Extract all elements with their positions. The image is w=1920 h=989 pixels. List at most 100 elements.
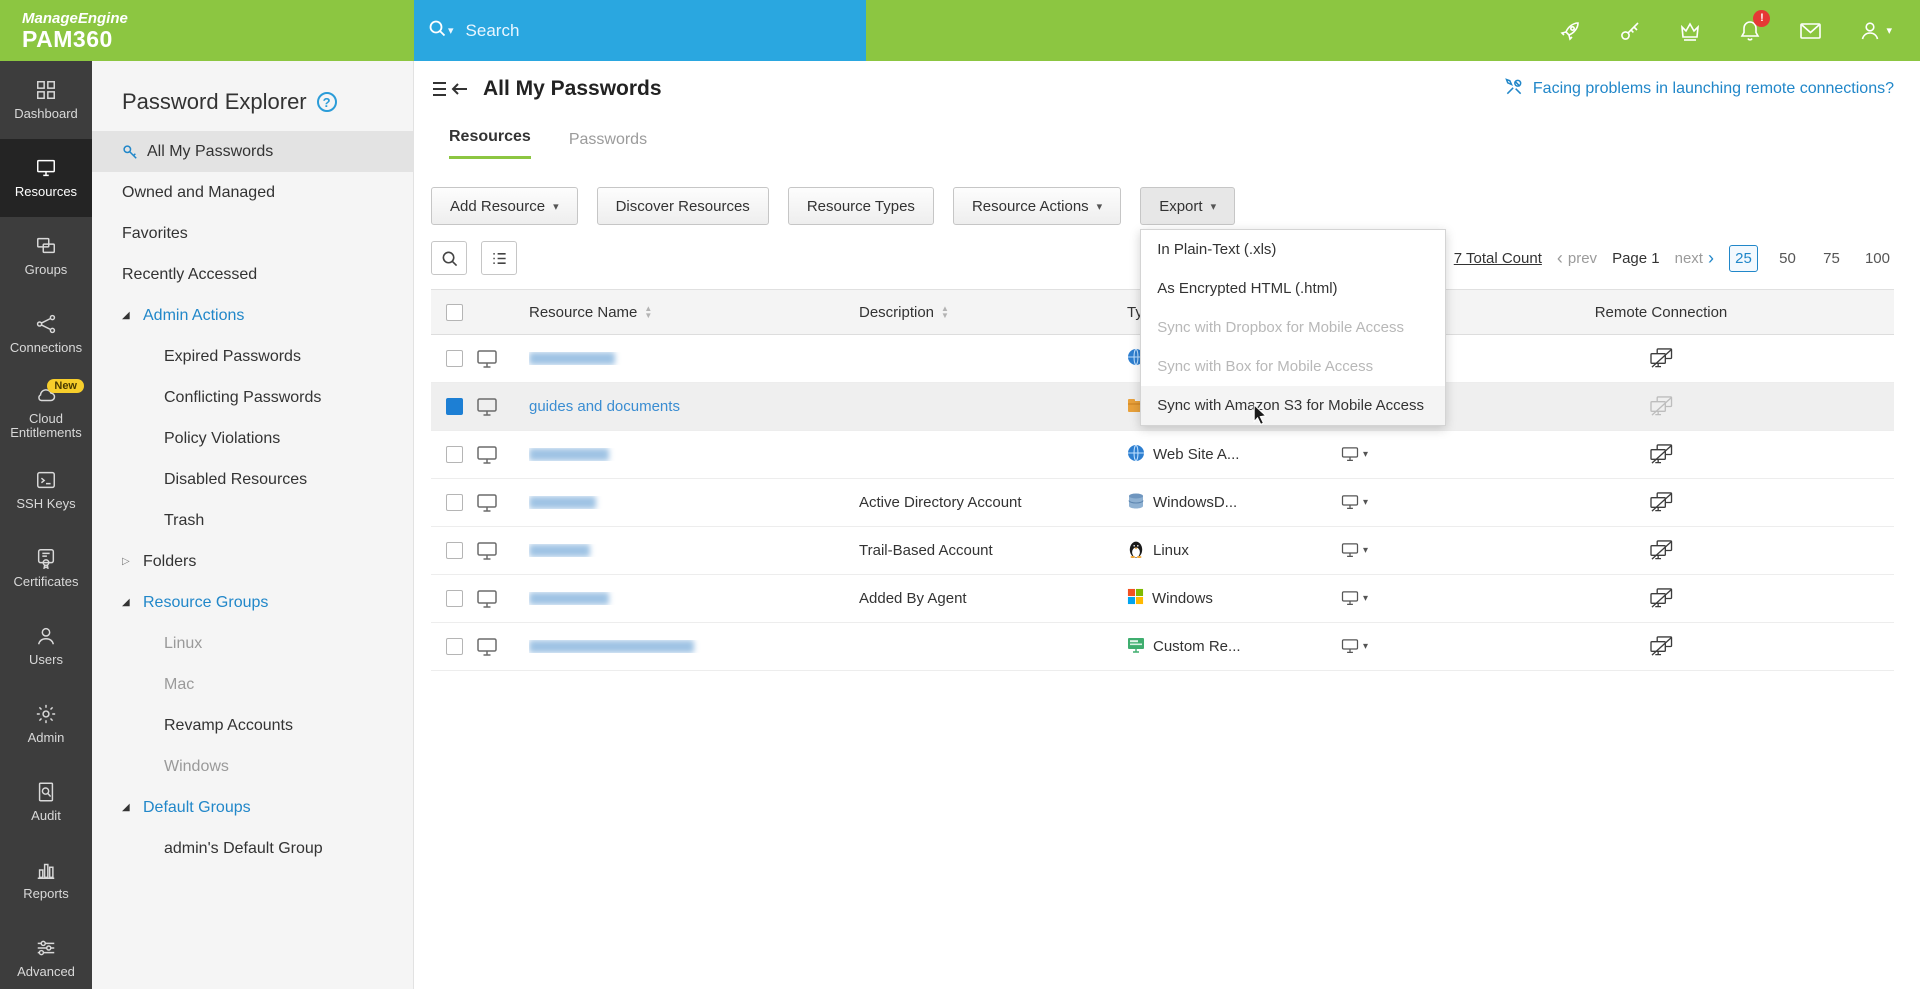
tree-section-admin-actions[interactable]: ◢ Admin Actions xyxy=(92,295,413,336)
tree-item-recently-accessed[interactable]: Recently Accessed xyxy=(92,254,413,295)
tree-item-favorites[interactable]: Favorites xyxy=(92,213,413,254)
tree-item-policy-violations[interactable]: Policy Violations xyxy=(92,418,413,459)
total-count-link[interactable]: 7 Total Count xyxy=(1454,250,1542,267)
add-resource-button[interactable]: Add Resource ▾ xyxy=(431,187,578,225)
column-header-resource-name[interactable]: Resource Name ▲▼ xyxy=(529,304,652,321)
sidebar-item-users[interactable]: Users xyxy=(0,607,92,685)
redacted-resource-name[interactable] xyxy=(529,448,609,461)
tree-item-owned-and-managed[interactable]: Owned and Managed xyxy=(92,172,413,213)
brand-line2: PAM360 xyxy=(22,27,414,51)
table-search-button[interactable] xyxy=(431,241,467,275)
sort-icon[interactable]: ▲▼ xyxy=(941,305,949,319)
menu-item-sync-box: Sync with Box for Mobile Access xyxy=(1141,347,1445,386)
sidebar-item-ssh-keys[interactable]: SSH Keys xyxy=(0,451,92,529)
collapse-sidebar-icon[interactable] xyxy=(431,79,469,99)
row-checkbox-checked[interactable] xyxy=(446,398,463,415)
tree-section-folders[interactable]: ▷ Folders xyxy=(92,541,413,582)
connect-icon[interactable]: ▾ xyxy=(1341,447,1368,462)
sidebar-item-dashboard[interactable]: Dashboard xyxy=(0,61,92,139)
tree-item-admins-default-group[interactable]: admin's Default Group xyxy=(92,828,413,869)
page-size-50[interactable]: 50 xyxy=(1773,245,1802,272)
row-checkbox[interactable] xyxy=(446,638,463,655)
mail-icon[interactable] xyxy=(1798,19,1823,43)
row-checkbox[interactable] xyxy=(446,590,463,607)
monitor-icon xyxy=(477,638,497,656)
sidebar-item-groups[interactable]: Groups xyxy=(0,217,92,295)
tree-item-windows[interactable]: Windows xyxy=(92,746,413,787)
tree-item-expired-passwords[interactable]: Expired Passwords xyxy=(92,336,413,377)
page-size-25[interactable]: 25 xyxy=(1729,245,1758,272)
tab-passwords[interactable]: Passwords xyxy=(569,131,647,159)
sidebar-item-resources[interactable]: Resources xyxy=(0,139,92,217)
row-checkbox[interactable] xyxy=(446,542,463,559)
prev-page-button[interactable]: ‹ prev xyxy=(1557,249,1597,267)
help-icon[interactable]: ? xyxy=(317,92,337,112)
sidebar-item-audit[interactable]: Audit xyxy=(0,763,92,841)
search-scope-selector[interactable]: ▾ xyxy=(428,19,454,42)
notifications-icon[interactable]: ! xyxy=(1738,19,1762,43)
tree-item-all-my-passwords[interactable]: All My Passwords xyxy=(92,131,413,172)
remote-connection-icon[interactable] xyxy=(1650,636,1673,657)
dashboard-icon xyxy=(35,79,57,101)
resource-type: Windows xyxy=(1152,590,1213,607)
tree-item-revamp-accounts[interactable]: Revamp Accounts xyxy=(92,705,413,746)
search-input[interactable] xyxy=(466,21,796,41)
remote-connection-icon[interactable] xyxy=(1650,396,1673,417)
connect-icon[interactable]: ▾ xyxy=(1341,543,1368,558)
sidebar-item-admin[interactable]: Admin xyxy=(0,685,92,763)
column-chooser-button[interactable] xyxy=(481,241,517,275)
tree-item-trash[interactable]: Trash xyxy=(92,500,413,541)
export-button[interactable]: Export ▾ xyxy=(1140,187,1235,225)
resource-name-link[interactable]: guides and documents xyxy=(529,398,680,415)
remote-connection-help-link[interactable]: Facing problems in launching remote conn… xyxy=(1504,77,1894,102)
menu-item-plain-text-xls[interactable]: In Plain-Text (.xls) xyxy=(1141,230,1445,269)
redacted-resource-name[interactable] xyxy=(529,496,596,509)
row-checkbox[interactable] xyxy=(446,446,463,463)
row-checkbox[interactable] xyxy=(446,494,463,511)
sidebar-item-reports[interactable]: Reports xyxy=(0,841,92,919)
custom-resource-icon xyxy=(1127,636,1145,658)
discover-resources-button[interactable]: Discover Resources xyxy=(597,187,769,225)
redacted-resource-name[interactable] xyxy=(529,352,615,365)
sidebar-item-advanced[interactable]: Advanced xyxy=(0,919,92,989)
sidebar-item-connections[interactable]: Connections xyxy=(0,295,92,373)
next-page-button[interactable]: next › xyxy=(1675,249,1714,267)
tree-item-linux[interactable]: Linux xyxy=(92,623,413,664)
sidebar-item-certificates[interactable]: Certificates xyxy=(0,529,92,607)
row-checkbox[interactable] xyxy=(446,350,463,367)
toolbar: Add Resource ▾ Discover Resources Resour… xyxy=(431,187,1894,225)
tree-section-resource-groups[interactable]: ◢ Resource Groups xyxy=(92,582,413,623)
redacted-resource-name[interactable] xyxy=(529,640,694,653)
connect-icon[interactable]: ▾ xyxy=(1341,639,1368,654)
remote-connection-icon[interactable] xyxy=(1650,540,1673,561)
remote-connection-icon[interactable] xyxy=(1650,588,1673,609)
resource-types-button[interactable]: Resource Types xyxy=(788,187,934,225)
select-all-checkbox[interactable] xyxy=(446,304,463,321)
redacted-resource-name[interactable] xyxy=(529,544,590,557)
menu-item-encrypted-html[interactable]: As Encrypted HTML (.html) xyxy=(1141,269,1445,308)
user-menu-icon[interactable]: ▾ xyxy=(1859,19,1892,43)
menu-item-sync-amazon-s3[interactable]: Sync with Amazon S3 for Mobile Access xyxy=(1141,386,1445,425)
remote-connection-icon[interactable] xyxy=(1650,348,1673,369)
remote-connection-icon[interactable] xyxy=(1650,444,1673,465)
password-access-icon[interactable] xyxy=(1618,19,1642,43)
app: ManageEngine PAM360 ▾ ! xyxy=(0,0,1920,989)
page-size-75[interactable]: 75 xyxy=(1817,245,1846,272)
rewards-icon[interactable] xyxy=(1678,19,1702,43)
resource-actions-button[interactable]: Resource Actions ▾ xyxy=(953,187,1121,225)
sort-icon[interactable]: ▲▼ xyxy=(644,305,652,319)
monitor-icon xyxy=(477,350,497,368)
tree-item-mac[interactable]: Mac xyxy=(92,664,413,705)
tab-resources[interactable]: Resources xyxy=(449,128,531,159)
column-header-description[interactable]: Description ▲▼ xyxy=(859,304,949,321)
quick-launch-icon[interactable] xyxy=(1558,19,1582,43)
remote-connection-icon[interactable] xyxy=(1650,492,1673,513)
tree-item-disabled-resources[interactable]: Disabled Resources xyxy=(92,459,413,500)
connect-icon[interactable]: ▾ xyxy=(1341,591,1368,606)
tree-section-default-groups[interactable]: ◢ Default Groups xyxy=(92,787,413,828)
redacted-resource-name[interactable] xyxy=(529,592,609,605)
sidebar-item-cloud-entitlements[interactable]: New Cloud Entitlements xyxy=(0,373,92,451)
tree-item-conflicting-passwords[interactable]: Conflicting Passwords xyxy=(92,377,413,418)
connect-icon[interactable]: ▾ xyxy=(1341,495,1368,510)
page-size-100[interactable]: 100 xyxy=(1861,245,1894,272)
